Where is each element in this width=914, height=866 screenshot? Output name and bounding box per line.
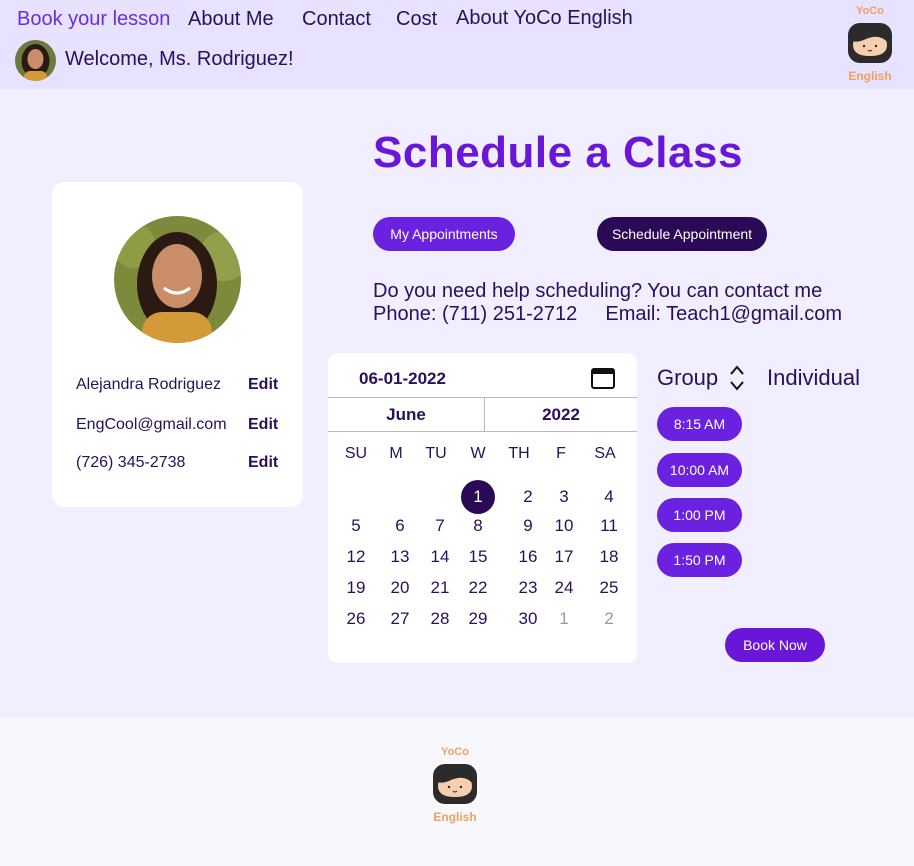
calendar-day[interactable]: 25	[592, 571, 626, 605]
time-slot[interactable]: 1:50 PM	[657, 543, 742, 577]
profile-email: EngCool@gmail.com	[76, 416, 227, 433]
logo-text-bottom: English	[848, 69, 892, 83]
time-slot[interactable]: 1:00 PM	[657, 498, 742, 532]
calendar-day[interactable]: 6	[383, 509, 417, 543]
yoco-logo[interactable]: YoCo English	[840, 5, 900, 83]
calendar-day[interactable]: 26	[339, 602, 373, 636]
footer-logo[interactable]: YoCo English	[425, 746, 485, 824]
profile-phone: (726) 345-2738	[76, 454, 186, 471]
calendar-day[interactable]: 16	[511, 540, 545, 574]
weekday-friday: F	[556, 445, 566, 462]
profile-photo	[114, 216, 241, 343]
nav-about-me[interactable]: About Me	[188, 8, 274, 31]
logo-text-top: YoCo	[856, 5, 884, 17]
calendar-day[interactable]: 22	[461, 571, 495, 605]
nav-book-lesson[interactable]: Book your lesson	[17, 8, 170, 31]
time-slot[interactable]: 10:00 AM	[657, 453, 742, 487]
calendar-day[interactable]: 30	[511, 602, 545, 636]
calendar-day-next-month: 1	[559, 609, 569, 628]
edit-email-button[interactable]: Edit	[248, 416, 278, 434]
logo-text-bottom: English	[433, 810, 477, 824]
calendar-day[interactable]: 7	[423, 509, 457, 543]
calendar-day[interactable]: 21	[423, 571, 457, 605]
nav-cost[interactable]: Cost	[396, 8, 437, 31]
group-option[interactable]: Group	[657, 365, 718, 391]
profile-card: Alejandra Rodriguez Edit EngCool@gmail.c…	[52, 182, 303, 507]
sort-toggle-icon[interactable]	[728, 363, 746, 398]
profile-name: Alejandra Rodriguez	[76, 376, 221, 393]
calendar-day[interactable]: 11	[592, 509, 626, 543]
book-now-button[interactable]: Book Now	[725, 628, 825, 662]
calendar-day[interactable]: 8	[461, 509, 495, 543]
nav-contact[interactable]: Contact	[302, 8, 371, 31]
help-email: Email: Teach1@gmail.com	[605, 303, 843, 325]
calendar-day[interactable]: 23	[511, 571, 545, 605]
edit-name-button[interactable]: Edit	[248, 376, 278, 394]
calendar-day[interactable]: 17	[547, 540, 581, 574]
page-title: Schedule a Class	[373, 128, 743, 177]
logo-text-top: YoCo	[441, 746, 469, 758]
help-phone: Phone: (711) 251-2712	[373, 303, 578, 325]
individual-option[interactable]: Individual	[767, 365, 860, 391]
weekday-thursday: TH	[508, 445, 530, 462]
nav-about-yoco[interactable]: About YoCo English	[456, 7, 633, 30]
schedule-appointment-button[interactable]: Schedule Appointment	[597, 217, 767, 251]
calendar-day[interactable]: 19	[339, 571, 373, 605]
avatar[interactable]	[15, 40, 56, 81]
month-select[interactable]: June	[328, 397, 484, 432]
calendar-day-next-month: 2	[604, 609, 614, 628]
calendar-day[interactable]: 27	[383, 602, 417, 636]
help-text: Do you need help scheduling? You can con…	[373, 280, 842, 326]
date-input[interactable]: 06-01-2022	[359, 369, 446, 389]
year-select[interactable]: 2022	[485, 397, 637, 432]
calendar-day[interactable]: 18	[592, 540, 626, 574]
calendar-day[interactable]: 13	[383, 540, 417, 574]
calendar-day[interactable]: 29	[461, 602, 495, 636]
calendar-day[interactable]: 24	[547, 571, 581, 605]
time-slot[interactable]: 8:15 AM	[657, 407, 742, 441]
calendar-day[interactable]: 5	[339, 509, 373, 543]
calendar-day[interactable]: 9	[511, 509, 545, 543]
calendar-day[interactable]: 28	[423, 602, 457, 636]
weekday-monday: M	[389, 445, 403, 462]
calendar-icon[interactable]	[590, 365, 616, 396]
weekday-tuesday: TU	[425, 445, 447, 462]
help-contact: Phone: (711) 251-2712 Email: Teach1@gmai…	[373, 303, 842, 326]
calendar-day[interactable]: 15	[461, 540, 495, 574]
weekday-sunday: SU	[344, 445, 368, 462]
calendar-day[interactable]: 20	[383, 571, 417, 605]
logo-face-icon	[848, 23, 892, 63]
my-appointments-button[interactable]: My Appointments	[373, 217, 515, 251]
logo-face-icon	[433, 764, 477, 804]
calendar-day[interactable]: 14	[423, 540, 457, 574]
footer: YoCo English	[0, 718, 914, 866]
calendar: 06-01-2022 June 2022 SU M TU W TH F SA 1…	[328, 353, 637, 663]
weekday-wednesday: W	[470, 445, 486, 462]
calendar-day[interactable]: 12	[339, 540, 373, 574]
weekday-saturday: SA	[594, 445, 616, 462]
edit-phone-button[interactable]: Edit	[248, 454, 278, 472]
calendar-day[interactable]: 10	[547, 509, 581, 543]
help-line: Do you need help scheduling? You can con…	[373, 280, 823, 302]
welcome-message: Welcome, Ms. Rodriguez!	[65, 48, 294, 70]
